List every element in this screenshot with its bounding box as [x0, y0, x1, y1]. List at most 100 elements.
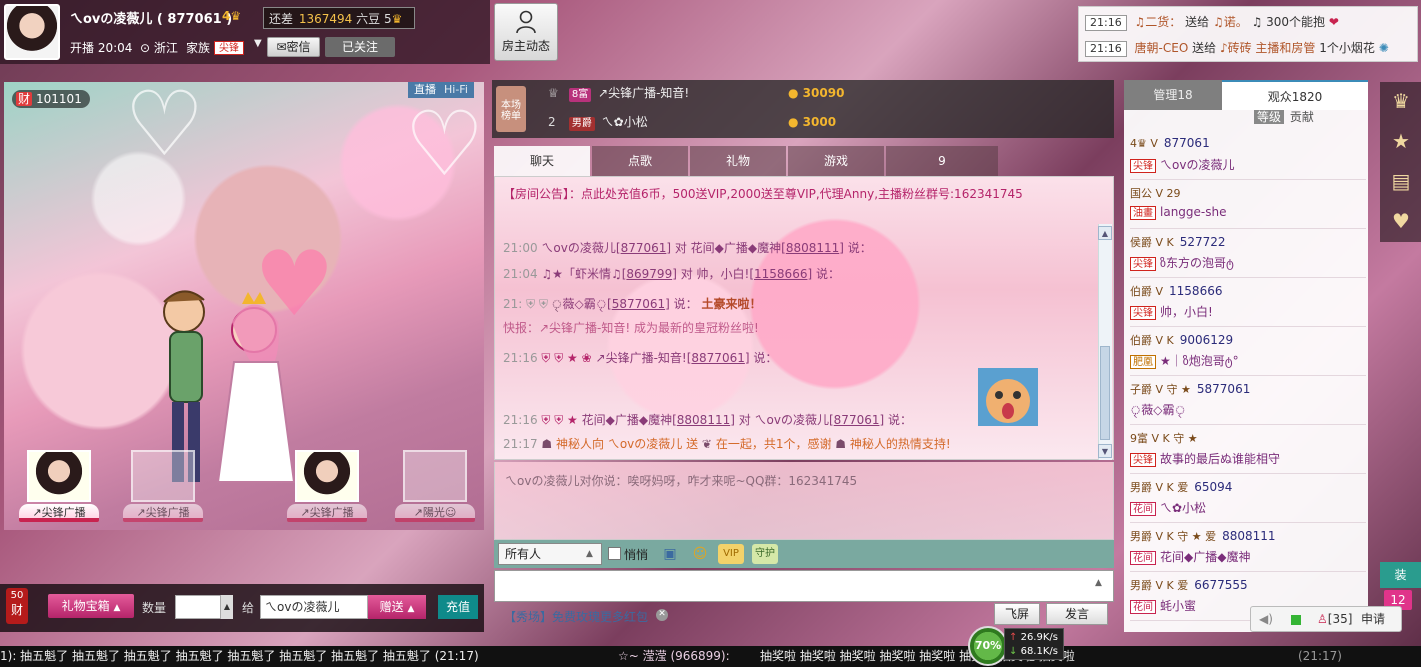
audience-member-row[interactable]: 男爵 V K 爱 65094 花间 ㄟ✿小松	[1130, 475, 1366, 523]
audience-member-row[interactable]: 4♛ V 877061 尖锋 ㄟovの凌薇儿	[1130, 132, 1366, 180]
chevron-down-icon[interactable]: ▲	[586, 543, 593, 565]
chat-log[interactable]: 【房间公告】：点此处充值6币，500送VIP,2000送至尊VIP,代理Anny…	[494, 176, 1114, 460]
heart-icon[interactable]: ♥	[1388, 208, 1414, 234]
member-family-tag: 油畫	[1130, 206, 1156, 220]
sort-by-grade[interactable]: 等级	[1254, 110, 1285, 124]
crown-icon[interactable]: ♛	[1388, 88, 1414, 114]
upload-arrow-icon: ↑	[1009, 632, 1018, 643]
star-icon[interactable]: ★	[1388, 128, 1414, 154]
rank-row[interactable]: 2 男爵 ㄟ✿小松 ● 3000	[548, 111, 836, 133]
emoji-icon[interactable]: ☺	[690, 544, 710, 564]
audience-member-row[interactable]: 伯爵 V K 9006129 肥凰 ★｜ზ炮泡哥ტ°	[1130, 328, 1366, 376]
tab-chat[interactable]: 聊天	[494, 146, 590, 176]
audience-member-row[interactable]: 子爵 V 守 ★ 5877061ৃ薇◇霸ৃ	[1130, 377, 1366, 425]
chat-message: 21: ⛨ ⛨ ৃ薇◇霸ৃ[5877061] 说： 土豪来啦！	[503, 297, 762, 311]
chat-input[interactable]	[494, 570, 1114, 602]
member-badges: 国公 V 29	[1130, 185, 1187, 201]
title-badge: 8富	[568, 88, 592, 102]
heart-decoration-icon: ♡	[404, 92, 484, 197]
download-arrow-icon: ↓	[1009, 646, 1018, 657]
side-tab[interactable]: 装	[1380, 562, 1421, 588]
gift-icon[interactable]: ▤	[1388, 168, 1414, 194]
firework-icon: ✺	[1378, 41, 1389, 55]
mic-slot[interactable]: ↗尖锋广播	[286, 450, 368, 530]
heart-decoration-icon: ♡	[124, 82, 205, 177]
tab-song-request[interactable]: 点歌	[592, 146, 688, 176]
recharge-button[interactable]: 充值	[438, 595, 478, 619]
anchor-avatar[interactable]	[4, 4, 60, 60]
image-icon[interactable]: ▣	[660, 544, 680, 564]
promo-link[interactable]: 【秀场】免费玫瑰更多红包	[504, 608, 648, 625]
notification-user[interactable]: ♫二货：	[1135, 15, 1182, 29]
chat-scrollbar-thumb[interactable]	[1100, 346, 1110, 440]
chat-message: 21:04 ♫★「虾米情♫[869799] 对 帅，小白![1158666] 说…	[503, 267, 840, 281]
notification-recipient[interactable]: ♫诺。	[1213, 15, 1248, 29]
mic-queue-count[interactable]: ♙[35]	[1317, 607, 1352, 631]
chevron-down-icon[interactable]: ▼	[254, 38, 262, 49]
sort-by-contribution[interactable]: 贡献	[1290, 110, 1314, 124]
utility-bar: ◀) ♙[35] 申请	[1250, 606, 1402, 632]
audience-member-row[interactable]: 9富 V K 守 ★ 尖锋 故事的最后ぬ谁能相守	[1130, 426, 1366, 474]
tab-gifts[interactable]: 礼物	[690, 146, 786, 176]
notification-recipient[interactable]: ♪砖砖 主播和房管	[1220, 41, 1315, 55]
member-family-tag: 肥凰	[1130, 355, 1156, 369]
vip-icon[interactable]: VIP	[718, 544, 744, 564]
ticker-user[interactable]: ☆~ 滢滢 (966899):	[618, 646, 730, 667]
status-indicator-icon	[1291, 615, 1301, 625]
scroll-down-icon[interactable]: ▼	[1098, 444, 1112, 458]
room-notice[interactable]: 【房间公告】：点此处充值6币，500送VIP,2000送至尊VIP,代理Anny…	[503, 185, 1023, 202]
badge-icons: ⛨ ⛨ ★	[541, 413, 578, 427]
member-name-line: 肥凰 ★｜ზ炮泡哥ტ°	[1130, 352, 1239, 369]
member-id: 65094	[1194, 480, 1233, 494]
cpu-gauge: 70%	[968, 626, 1008, 666]
tab-games[interactable]: 游戏	[788, 146, 884, 176]
apply-mic-button[interactable]: 申请	[1361, 607, 1385, 631]
bottom-ticker: 1): 抽五魁了 抽五魁了 抽五魁了 抽五魁了 抽五魁了 抽五魁了 抽五魁了 抽…	[0, 646, 1421, 667]
mic-slot[interactable]: ↗陽光☺	[394, 450, 476, 530]
notification-user[interactable]: 唐朝-CEO	[1135, 41, 1189, 55]
mic-slot-label: ↗尖锋广播	[287, 504, 367, 522]
family-label: 家族	[186, 41, 211, 55]
member-rank-badges: 9富 V K 守 ★	[1130, 432, 1198, 445]
notification-row: 21:16 唐朝-CEO 送给 ♪砖砖 主播和房管 1个小烟花 ✺	[1085, 38, 1389, 58]
member-rank-badges: 男爵 V K 爱	[1130, 579, 1189, 592]
family-badge[interactable]: 尖锋	[214, 41, 244, 55]
fly-screen-button[interactable]: 飞屏	[994, 603, 1040, 625]
guard-icon[interactable]: 守护	[752, 544, 778, 564]
audience-member-row[interactable]: 侯爵 V K 527722 尖锋 ზ东方の泡哥ტ	[1130, 230, 1366, 278]
quantity-input[interactable]	[175, 595, 221, 619]
tab-viewers[interactable]: 观众1820	[1222, 80, 1368, 110]
send-message-button[interactable]: 发言	[1046, 603, 1108, 625]
recipient-label: 给	[242, 601, 255, 615]
private-message-button[interactable]: ✉密信	[267, 37, 320, 57]
notification-count: ♫ 300个能抱	[1251, 15, 1326, 29]
audience-member-row[interactable]: 伯爵 V 1158666 尖锋 帅，小白!	[1130, 279, 1366, 327]
member-nickname: ზ东方の泡哥ტ	[1160, 256, 1234, 270]
tab-admins[interactable]: 管理18	[1124, 80, 1222, 110]
gift-bar: 50 财 礼物宝箱 ▲ 数量 ▲ 给 ㄟovの凌薇儿 赠送 ▲ 充值	[0, 584, 484, 632]
gift-box-button[interactable]: 礼物宝箱 ▲	[48, 594, 134, 618]
scroll-up-icon[interactable]: ▲	[1098, 226, 1112, 240]
video-stream[interactable]: ♡ ♡ ♥ 财 101101 直播 Hi-Fi ↗尖锋广播 ↗尖锋广播 ↗尖锋广播 …	[4, 82, 484, 530]
volume-icon[interactable]: ◀)	[1259, 607, 1273, 631]
caret-up-icon[interactable]: ▲	[1095, 578, 1102, 588]
audience-member-row[interactable]: 国公 V 29 油畫 langge-she	[1130, 181, 1366, 229]
caret-up-icon[interactable]: ▲	[221, 595, 233, 619]
close-icon[interactable]: ✕	[656, 609, 668, 621]
chat-toolbar: 所有人 ▲ 悄悄 ▣ ☺ VIP 守护	[494, 540, 1114, 568]
mic-slot[interactable]: ↗尖锋广播	[122, 450, 204, 530]
send-gift-button[interactable]: 赠送 ▲	[368, 595, 426, 619]
tab-extra[interactable]: 9	[886, 146, 998, 176]
gap-target: 六豆 5	[356, 12, 392, 26]
mic-slot[interactable]: ↗尖锋广播	[18, 450, 100, 530]
member-id: 6677555	[1194, 578, 1248, 592]
whisper-label: 悄悄	[624, 548, 649, 562]
whisper-checkbox[interactable]	[608, 547, 621, 560]
host-feed-button[interactable]: 房主动态	[494, 3, 558, 61]
member-badges: 侯爵 V K 527722	[1130, 234, 1226, 250]
follow-button[interactable]: 已关注	[325, 37, 395, 57]
member-badges: 男爵 V K 爱 6677555	[1130, 577, 1248, 593]
rank-row[interactable]: ♕ 8富 ↗尖锋广播-知音! ● 30090	[548, 82, 844, 104]
audience-member-row[interactable]: 男爵 V K 守 ★ 爱 8808111 花间 花间◆广播◆魔神	[1130, 524, 1366, 572]
gift-recipient-field[interactable]: ㄟovの凌薇儿	[260, 595, 368, 619]
